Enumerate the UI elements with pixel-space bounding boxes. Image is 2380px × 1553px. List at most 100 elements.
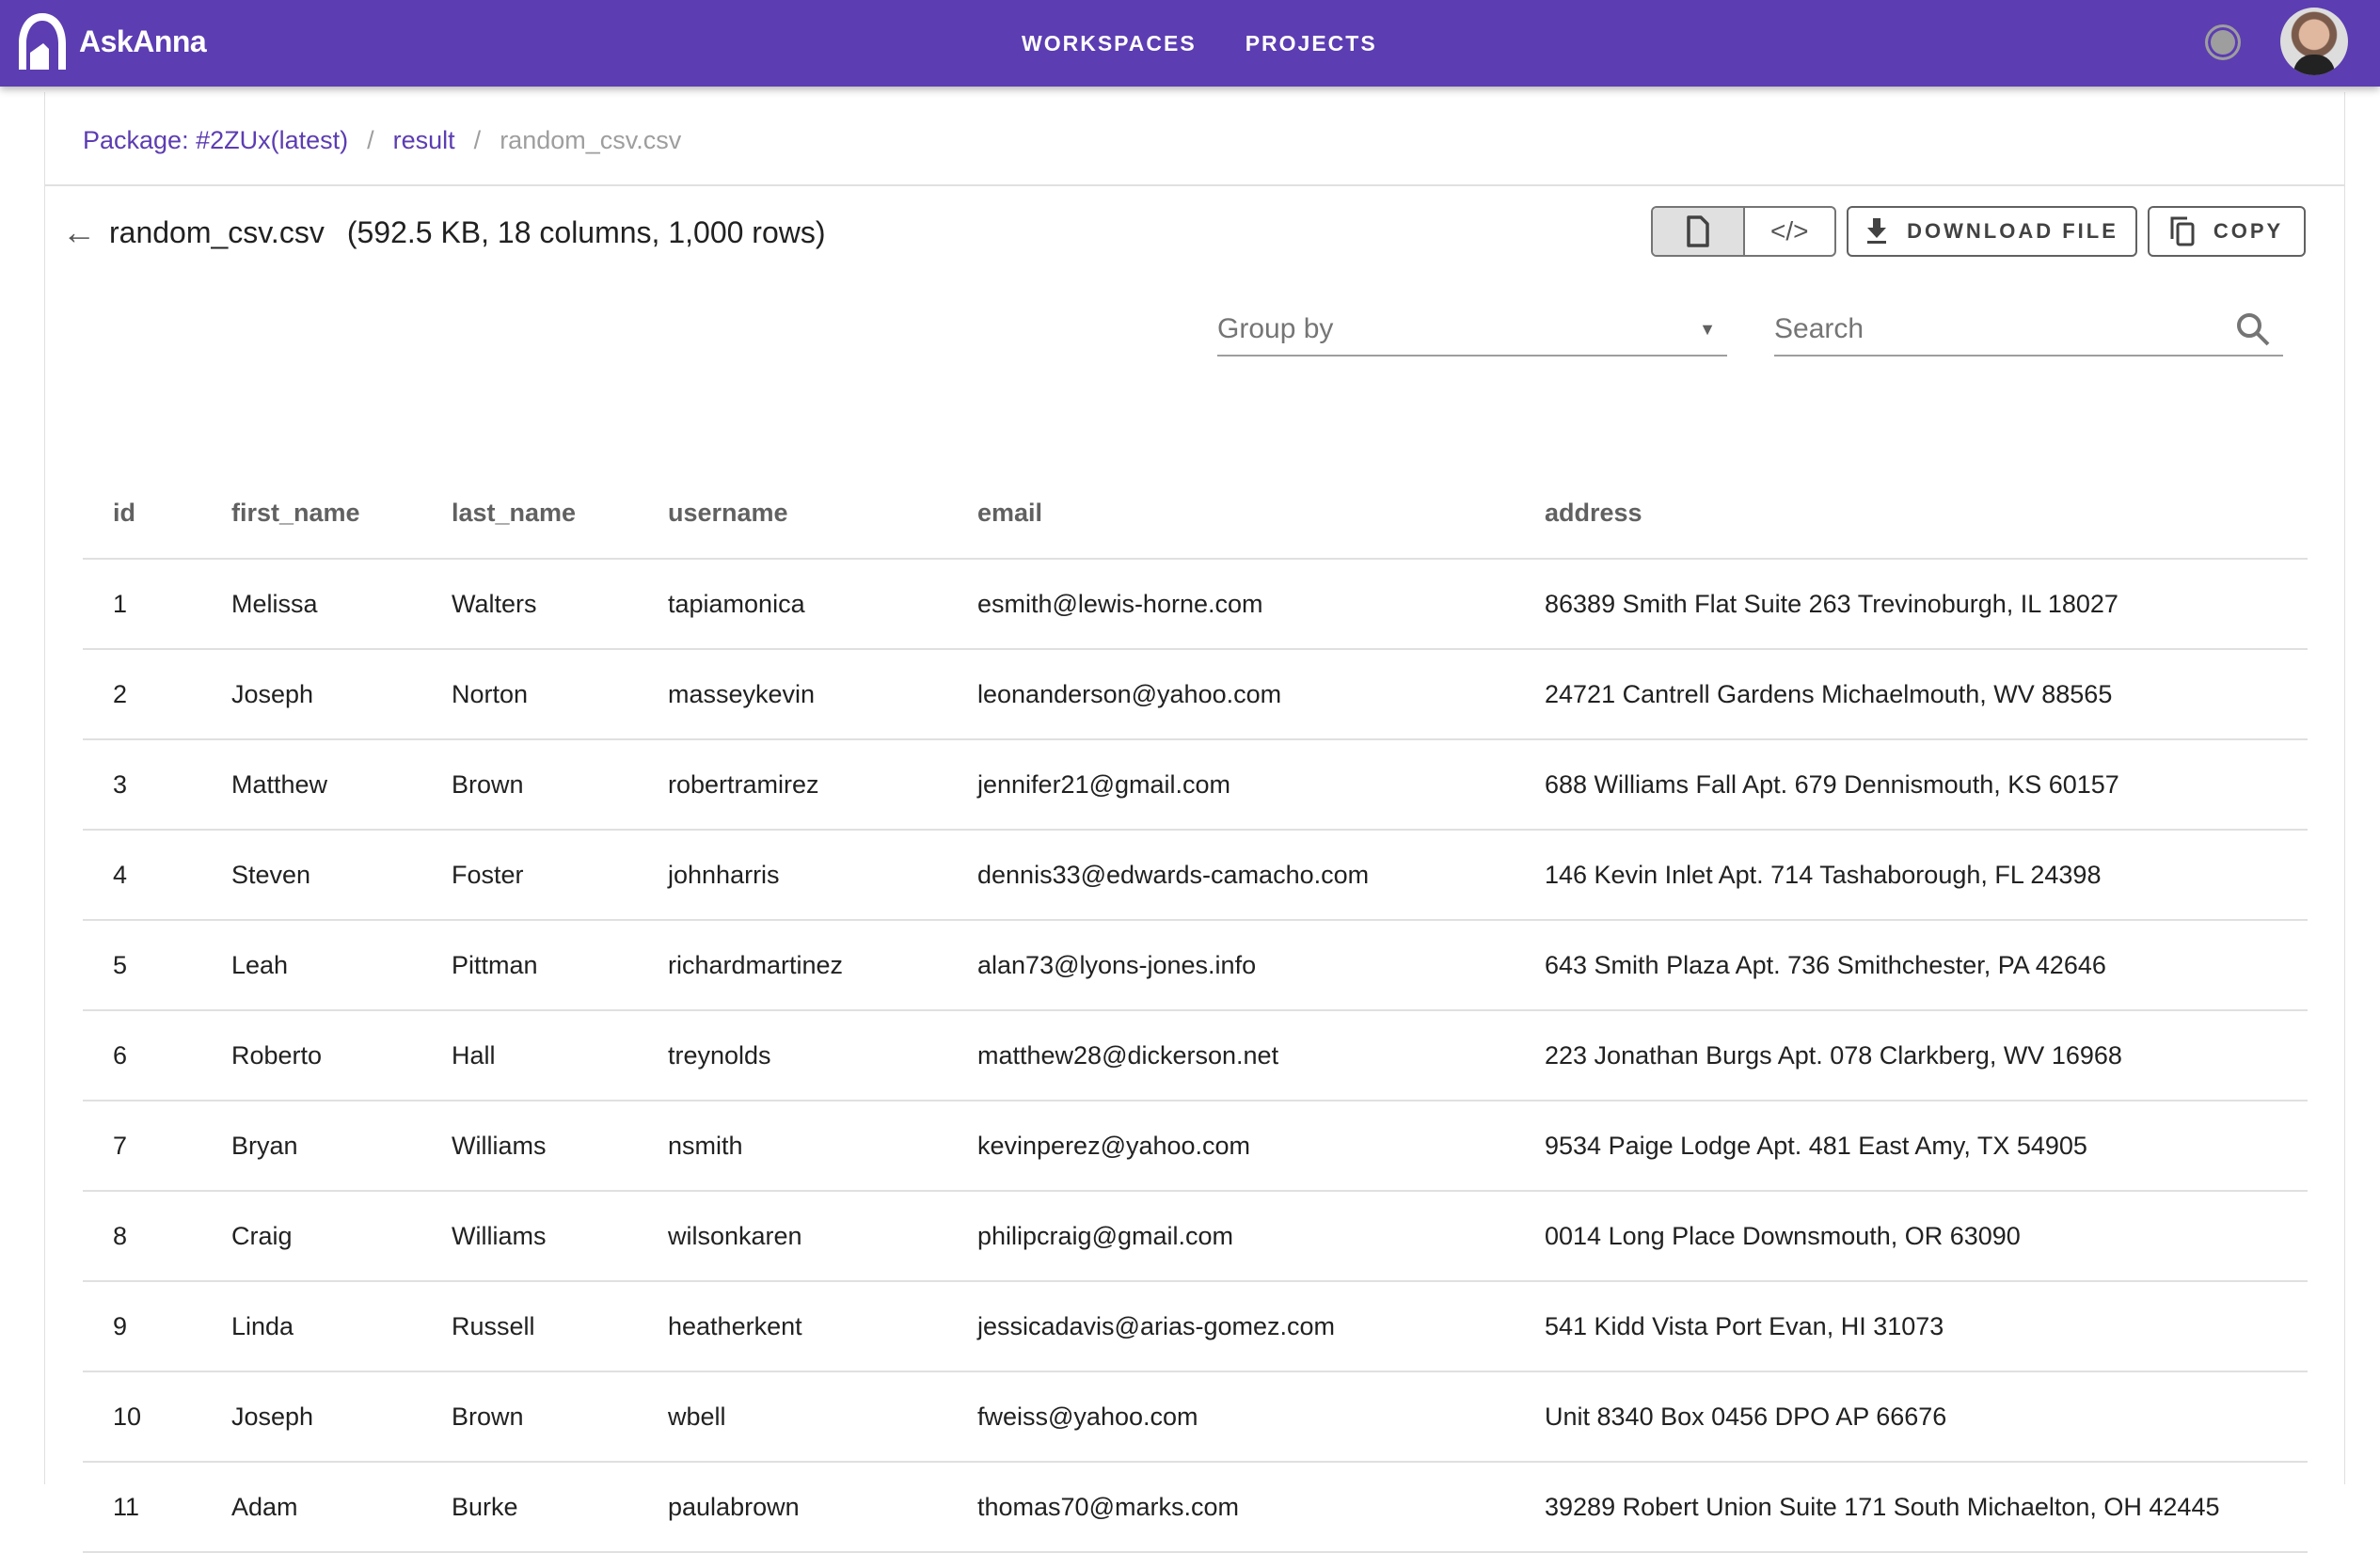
status-indicator-icon[interactable] [2205, 24, 2241, 60]
top-app-bar: AskAnna WORKSPACES PROJECTS [0, 0, 2380, 87]
cell-last_name: Burke [452, 1462, 668, 1553]
cell-id: 3 [83, 739, 231, 831]
cell-email: fweiss@yahoo.com [977, 1371, 1545, 1463]
divider [45, 184, 2344, 186]
cell-username: treynolds [668, 1010, 977, 1101]
cell-username: tapiamonica [668, 559, 977, 650]
breadcrumb-current: random_csv.csv [500, 126, 682, 154]
group-by-select[interactable]: Group by ▼ [1217, 304, 1727, 357]
cell-first_name: Linda [231, 1281, 452, 1372]
file-meta: (592.5 KB, 18 columns, 1,000 rows) [346, 214, 826, 249]
column-header-address[interactable]: address [1545, 468, 2308, 560]
cell-id: 6 [83, 1010, 231, 1101]
cell-id: 11 [83, 1462, 231, 1553]
breadcrumb-package[interactable]: Package: #2ZUx(latest) [83, 126, 348, 155]
cell-address: 223 Jonathan Burgs Apt. 078 Clarkberg, W… [1545, 1010, 2308, 1101]
cell-username: wbell [668, 1371, 977, 1463]
cell-address: 86389 Smith Flat Suite 263 Trevinoburgh,… [1545, 559, 2308, 650]
cell-first_name: Steven [231, 830, 452, 921]
cell-email: kevinperez@yahoo.com [977, 1101, 1545, 1192]
cell-id: 10 [83, 1371, 231, 1463]
group-by-label: Group by [1217, 313, 1334, 344]
breadcrumb-separator: / [367, 126, 374, 154]
askanna-logo-icon [19, 13, 66, 70]
cell-address: 688 Williams Fall Apt. 679 Dennismouth, … [1545, 739, 2308, 831]
cell-id: 9 [83, 1281, 231, 1372]
cell-last_name: Foster [452, 830, 668, 921]
table-row: 3 Matthew Brown robertramirez jennifer21@gma… [83, 739, 2308, 831]
cell-email: thomas70@marks.com [977, 1462, 1545, 1553]
raw-view-button[interactable]: </> [1745, 208, 1835, 255]
cell-address: 39289 Robert Union Suite 171 South Micha… [1545, 1462, 2308, 1553]
cell-username: paulabrown [668, 1462, 977, 1553]
breadcrumb: Package: #2ZUx(latest) / result / random… [83, 126, 681, 155]
cell-last_name: Walters [452, 559, 668, 650]
download-icon [1867, 218, 1887, 244]
cell-first_name: Joseph [231, 649, 452, 740]
cell-address: 146 Kevin Inlet Apt. 714 Tashaborough, F… [1545, 830, 2308, 921]
nav-projects[interactable]: PROJECTS [1246, 31, 1377, 56]
cell-username: robertramirez [668, 739, 977, 831]
logo[interactable]: AskAnna [13, 9, 207, 73]
download-label: DOWNLOAD FILE [1907, 219, 2118, 243]
cell-email: jessicadavis@arias-gomez.com [977, 1281, 1545, 1372]
cell-username: masseykevin [668, 649, 977, 740]
cell-address: Unit 8340 Box 0456 DPO AP 66676 [1545, 1371, 2308, 1463]
cell-username: heatherkent [668, 1281, 977, 1372]
caret-down-icon: ▼ [1699, 319, 1716, 339]
table-row: 2 Joseph Norton masseykevin leonanderson@yah… [83, 649, 2308, 740]
column-header-first_name[interactable]: first_name [231, 468, 452, 560]
cell-first_name: Craig [231, 1191, 452, 1282]
search-icon[interactable] [2234, 310, 2272, 348]
cell-id: 5 [83, 920, 231, 1011]
cell-first_name: Adam [231, 1462, 452, 1553]
table-row: 4 Steven Foster johnharris dennis33@edwards-… [83, 830, 2308, 921]
cell-id: 8 [83, 1191, 231, 1282]
cell-id: 7 [83, 1101, 231, 1192]
cell-address: 541 Kidd Vista Port Evan, HI 31073 [1545, 1281, 2308, 1372]
cell-first_name: Matthew [231, 739, 452, 831]
cell-id: 4 [83, 830, 231, 921]
cell-last_name: Brown [452, 739, 668, 831]
table-row: 1 Melissa Walters tapiamonica esmith@lewis-h… [83, 559, 2308, 650]
table-view-button[interactable] [1653, 208, 1745, 255]
cell-last_name: Russell [452, 1281, 668, 1372]
column-header-id[interactable]: id [83, 468, 231, 560]
cell-address: 0014 Long Place Downsmouth, OR 63090 [1545, 1191, 2308, 1282]
cell-username: wilsonkaren [668, 1191, 977, 1282]
cell-username: richardmartinez [668, 920, 977, 1011]
column-header-last_name[interactable]: last_name [452, 468, 668, 560]
table-row: 7 Bryan Williams nsmith kevinperez@yahoo.com… [83, 1101, 2308, 1192]
column-header-email[interactable]: email [977, 468, 1545, 560]
nav-workspaces[interactable]: WORKSPACES [1022, 31, 1197, 56]
file-card: Package: #2ZUx(latest) / result / random… [44, 92, 2345, 1553]
table-row: 6 Roberto Hall treynolds matthew28@dickerson… [83, 1010, 2308, 1101]
cell-id: 1 [83, 559, 231, 650]
cell-username: nsmith [668, 1101, 977, 1192]
breadcrumb-separator: / [473, 126, 482, 154]
cell-email: esmith@lewis-horne.com [977, 559, 1545, 650]
download-file-button[interactable]: DOWNLOAD FILE [1847, 206, 2137, 257]
table-row: 5 Leah Pittman richardmartinez alan73@lyons-… [83, 920, 2308, 1011]
cell-id: 2 [83, 649, 231, 740]
breadcrumb-result[interactable]: result [393, 126, 455, 155]
copy-button[interactable]: COPY [2148, 206, 2306, 257]
back-arrow-icon[interactable]: ← [62, 213, 96, 252]
cell-first_name: Joseph [231, 1371, 452, 1463]
data-table: id first_name last_name username email addres… [83, 468, 2308, 1553]
cell-email: jennifer21@gmail.com [977, 739, 1545, 831]
cell-email: philipcraig@gmail.com [977, 1191, 1545, 1282]
cell-last_name: Williams [452, 1101, 668, 1192]
table-row: 8 Craig Williams wilsonkaren philipcraig@gma… [83, 1191, 2308, 1282]
cell-last_name: Norton [452, 649, 668, 740]
cell-last_name: Williams [452, 1191, 668, 1282]
view-toggle: </> [1651, 206, 1836, 257]
code-icon: </> [1770, 216, 1809, 246]
table-row: 9 Linda Russell heatherkent jessicadavis@ari… [83, 1281, 2308, 1372]
search-input[interactable]: Search [1774, 304, 2283, 357]
column-header-username[interactable]: username [668, 468, 977, 560]
table-row: 10 Joseph Brown wbell fweiss@yahoo.com Unit 8… [83, 1371, 2308, 1463]
copy-label: COPY [2213, 219, 2284, 243]
avatar[interactable] [2280, 8, 2348, 75]
cell-last_name: Hall [452, 1010, 668, 1101]
